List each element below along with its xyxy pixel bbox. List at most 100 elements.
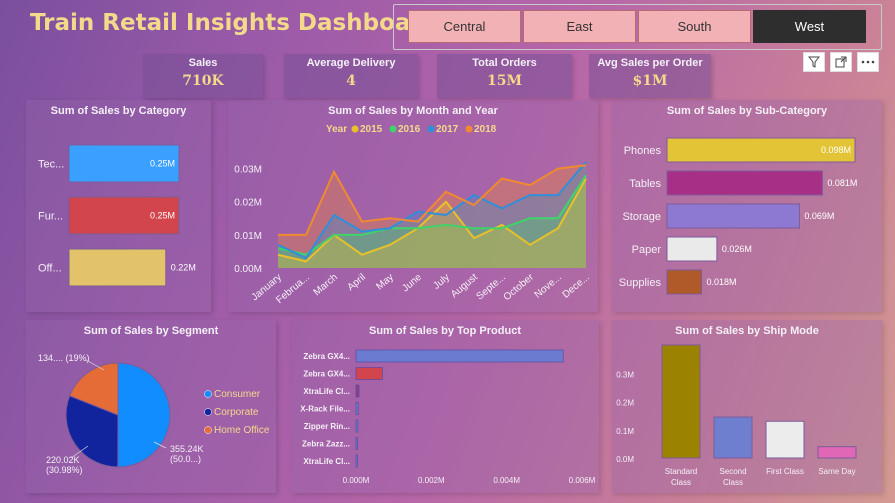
product-label: Zebra GX4... (303, 370, 350, 379)
segment-pie-chart: 355.24K(50.0...) 220.02K(30.98%) 134.... (… (38, 353, 270, 475)
panel-top-product: Sum of Sales by Top Product Zebra GX4...… (291, 320, 599, 493)
slicer-option-east[interactable]: East (523, 10, 636, 43)
category-data-label: 0.22M (171, 263, 196, 273)
kpi-label: Avg Sales per Order (597, 57, 703, 69)
y-tick-label: 0.00M (234, 264, 262, 275)
subcategory-label: Paper (632, 244, 662, 256)
product-bar (355, 437, 358, 450)
category-bar (68, 248, 167, 287)
ship-mode-bar (765, 420, 805, 459)
panel-subcategory: Sum of Sales by Sub-Category Phones 0.098… (612, 100, 882, 312)
legend-marker (204, 390, 212, 398)
dashboard-title: Train Retail Insights Dashboard (30, 10, 439, 36)
product-bar (355, 367, 383, 380)
x-tick-label: Nove... (533, 272, 564, 301)
subcategory-label: Supplies (619, 277, 662, 289)
ship-mode-bar (661, 344, 701, 459)
subcategory-label: Phones (624, 145, 662, 157)
x-tick-label: May (374, 272, 396, 293)
x-tick-label: Same Day (818, 467, 855, 476)
panel-category: Sum of Sales by Category Tec... 0.25M Fur.… (26, 100, 211, 312)
kpi-label: Sales (188, 57, 218, 69)
legend-label: 2017 (436, 124, 459, 135)
product-label: Zebra Zazz... (302, 440, 350, 449)
subcategory-data-label: 0.098M (821, 145, 851, 155)
ship-mode-bar-chart: 0.0M 0.1M 0.2M 0.3M Standard Class Second Class… (616, 344, 857, 487)
kpi-value: $1M (632, 73, 668, 89)
pie-slice-label: (50.0...) (170, 454, 201, 464)
x-tick-label: June (400, 272, 424, 295)
legend-marker (204, 426, 212, 434)
subcategory-data-label: 0.081M (827, 178, 857, 188)
kpi-sales: Sales 710K (143, 54, 263, 98)
product-label: XtraLife Cl... (303, 457, 350, 466)
category-data-label: 0.25M (150, 159, 175, 169)
subcategory-bar (666, 269, 703, 295)
x-tick-label: Class (723, 478, 743, 487)
x-tick-label: Standard (665, 467, 697, 476)
kpi-label: Total Orders (472, 57, 537, 69)
expand-icon[interactable] (830, 52, 852, 72)
subcategory-bar (666, 203, 800, 229)
slicer-option-central[interactable]: Central (408, 10, 521, 43)
x-tick-label: March (312, 272, 340, 298)
legend-marker (204, 408, 212, 416)
product-label: Zipper Rin... (304, 422, 350, 431)
kpi-value: 4 (346, 73, 356, 89)
more-options-icon[interactable] (857, 52, 879, 72)
legend-label: 2015 (360, 124, 383, 135)
kpi-value: 15M (487, 73, 522, 89)
legend-label: Corporate (214, 407, 259, 418)
kpi-label: Average Delivery (306, 57, 396, 69)
pie-slice (117, 362, 171, 468)
y-tick-label: 0.1M (616, 427, 634, 436)
legend-label: 2018 (474, 124, 497, 135)
filter-icon[interactable] (803, 52, 825, 72)
legend-marker (351, 125, 359, 133)
y-tick-label: 0.03M (234, 165, 262, 176)
x-tick-label: 0.000M (343, 476, 370, 485)
x-tick-label: 0.004M (493, 476, 520, 485)
x-tick-label: Class (671, 478, 691, 487)
ship-mode-bar (817, 446, 857, 459)
subcategory-label: Storage (622, 211, 661, 223)
kpi-value: 710K (182, 73, 224, 89)
subcategory-bar (666, 236, 718, 262)
x-tick-label: First Class (766, 467, 804, 476)
x-tick-label: October (502, 271, 537, 303)
slicer-option-west[interactable]: West (753, 10, 866, 43)
legend-marker (465, 125, 473, 133)
kpi-total-orders: Total Orders 15M (437, 54, 572, 98)
legend-title: Year (326, 124, 347, 135)
y-tick-label: 0.0M (616, 455, 634, 464)
top-product-bar-chart: Zebra GX4... Zebra GX4... XtraLife Cl... X-… (300, 349, 596, 485)
legend-marker (389, 125, 397, 133)
x-tick-label: 0.002M (418, 476, 445, 485)
pie-slice-label: (30.98%) (46, 465, 83, 475)
slicer-option-south[interactable]: South (638, 10, 751, 43)
region-slicer: Central East South West (393, 4, 882, 50)
legend-label: Home Office (214, 425, 270, 436)
subcategory-label: Tables (629, 178, 661, 190)
product-bar (355, 419, 359, 433)
legend-marker (427, 125, 435, 133)
subcategory-data-label: 0.069M (804, 211, 834, 221)
product-bar (355, 384, 360, 398)
category-label: Tec... (38, 159, 64, 171)
category-data-label: 0.25M (150, 211, 175, 221)
x-tick-label: Septe... (474, 272, 507, 303)
subcategory-data-label: 0.026M (722, 244, 752, 254)
pie-slice-label: 355.24K (170, 444, 204, 454)
y-tick-label: 0.3M (616, 370, 634, 379)
category-label: Off... (38, 263, 62, 275)
product-bar (355, 349, 564, 363)
product-bar (355, 454, 358, 468)
pie-slice-label: 134.... (19%) (38, 353, 90, 363)
category-label: Fur... (38, 211, 63, 223)
subcategory-bar-chart: Phones 0.098M Tables 0.081M Storage 0.069M Pap… (619, 137, 857, 295)
x-tick-label: 0.006M (569, 476, 596, 485)
legend-label: Consumer (214, 389, 261, 400)
subcategory-bar (666, 170, 823, 196)
x-tick-label: Second (719, 467, 746, 476)
month-year-area-chart: Year 2015 2016 2017 2018 0.00M 0.01M 0.02M 0.03M… (234, 124, 592, 306)
